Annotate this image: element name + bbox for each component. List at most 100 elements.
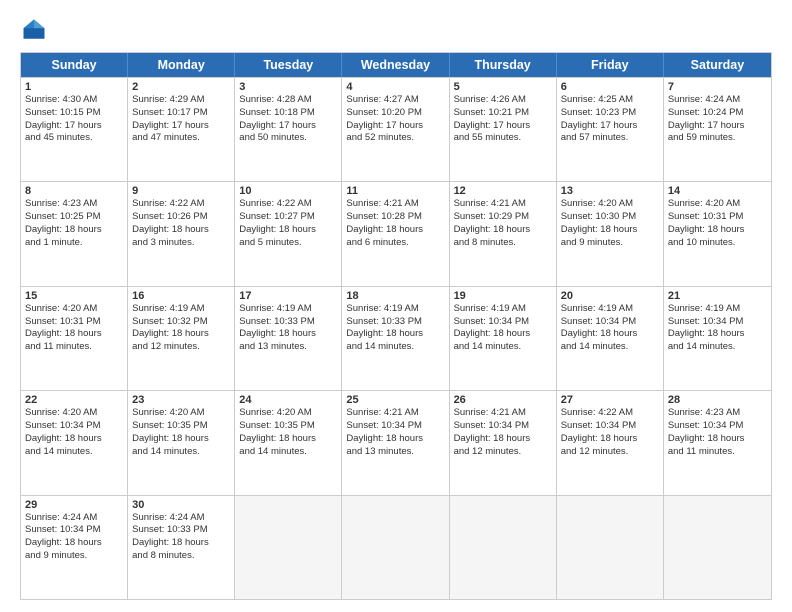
day-number: 12 [454, 185, 552, 197]
day-number: 19 [454, 290, 552, 302]
calendar-day-cell: 2Sunrise: 4:29 AM Sunset: 10:17 PM Dayli… [128, 78, 235, 181]
day-info: Sunrise: 4:24 AM Sunset: 10:24 PM Daylig… [668, 94, 767, 145]
day-number: 24 [239, 394, 337, 406]
day-info: Sunrise: 4:22 AM Sunset: 10:34 PM Daylig… [561, 407, 659, 458]
calendar-day-cell: 15Sunrise: 4:20 AM Sunset: 10:31 PM Dayl… [21, 287, 128, 390]
day-info: Sunrise: 4:21 AM Sunset: 10:34 PM Daylig… [454, 407, 552, 458]
day-info: Sunrise: 4:19 AM Sunset: 10:33 PM Daylig… [346, 303, 444, 354]
day-number: 15 [25, 290, 123, 302]
day-number: 18 [346, 290, 444, 302]
day-number: 25 [346, 394, 444, 406]
day-info: Sunrise: 4:19 AM Sunset: 10:32 PM Daylig… [132, 303, 230, 354]
day-info: Sunrise: 4:27 AM Sunset: 10:20 PM Daylig… [346, 94, 444, 145]
day-number: 11 [346, 185, 444, 197]
day-info: Sunrise: 4:23 AM Sunset: 10:34 PM Daylig… [668, 407, 767, 458]
calendar-day-cell: 14Sunrise: 4:20 AM Sunset: 10:31 PM Dayl… [664, 182, 771, 285]
day-info: Sunrise: 4:23 AM Sunset: 10:25 PM Daylig… [25, 198, 123, 249]
day-number: 21 [668, 290, 767, 302]
page: SundayMondayTuesdayWednesdayThursdayFrid… [0, 0, 792, 612]
calendar-day-cell: 19Sunrise: 4:19 AM Sunset: 10:34 PM Dayl… [450, 287, 557, 390]
calendar-day-cell: 30Sunrise: 4:24 AM Sunset: 10:33 PM Dayl… [128, 496, 235, 599]
day-info: Sunrise: 4:20 AM Sunset: 10:35 PM Daylig… [239, 407, 337, 458]
calendar-day-cell: 21Sunrise: 4:19 AM Sunset: 10:34 PM Dayl… [664, 287, 771, 390]
calendar-day-cell: 13Sunrise: 4:20 AM Sunset: 10:30 PM Dayl… [557, 182, 664, 285]
calendar-empty-cell [664, 496, 771, 599]
day-number: 30 [132, 499, 230, 511]
weekday-header: Sunday [21, 53, 128, 77]
calendar-day-cell: 3Sunrise: 4:28 AM Sunset: 10:18 PM Dayli… [235, 78, 342, 181]
day-number: 8 [25, 185, 123, 197]
calendar-day-cell: 26Sunrise: 4:21 AM Sunset: 10:34 PM Dayl… [450, 391, 557, 494]
calendar-empty-cell [450, 496, 557, 599]
calendar-row: 1Sunrise: 4:30 AM Sunset: 10:15 PM Dayli… [21, 77, 771, 181]
calendar-day-cell: 7Sunrise: 4:24 AM Sunset: 10:24 PM Dayli… [664, 78, 771, 181]
calendar-row: 15Sunrise: 4:20 AM Sunset: 10:31 PM Dayl… [21, 286, 771, 390]
day-info: Sunrise: 4:29 AM Sunset: 10:17 PM Daylig… [132, 94, 230, 145]
calendar-day-cell: 5Sunrise: 4:26 AM Sunset: 10:21 PM Dayli… [450, 78, 557, 181]
weekday-header: Saturday [664, 53, 771, 77]
calendar-day-cell: 23Sunrise: 4:20 AM Sunset: 10:35 PM Dayl… [128, 391, 235, 494]
calendar-day-cell: 28Sunrise: 4:23 AM Sunset: 10:34 PM Dayl… [664, 391, 771, 494]
day-info: Sunrise: 4:22 AM Sunset: 10:26 PM Daylig… [132, 198, 230, 249]
day-number: 22 [25, 394, 123, 406]
day-number: 5 [454, 81, 552, 93]
weekday-header: Tuesday [235, 53, 342, 77]
day-info: Sunrise: 4:20 AM Sunset: 10:35 PM Daylig… [132, 407, 230, 458]
calendar-row: 29Sunrise: 4:24 AM Sunset: 10:34 PM Dayl… [21, 495, 771, 599]
day-number: 6 [561, 81, 659, 93]
header [20, 16, 772, 44]
day-info: Sunrise: 4:30 AM Sunset: 10:15 PM Daylig… [25, 94, 123, 145]
calendar-day-cell: 25Sunrise: 4:21 AM Sunset: 10:34 PM Dayl… [342, 391, 449, 494]
day-number: 17 [239, 290, 337, 302]
calendar-day-cell: 27Sunrise: 4:22 AM Sunset: 10:34 PM Dayl… [557, 391, 664, 494]
day-info: Sunrise: 4:19 AM Sunset: 10:34 PM Daylig… [561, 303, 659, 354]
day-number: 10 [239, 185, 337, 197]
calendar-day-cell: 4Sunrise: 4:27 AM Sunset: 10:20 PM Dayli… [342, 78, 449, 181]
day-info: Sunrise: 4:22 AM Sunset: 10:27 PM Daylig… [239, 198, 337, 249]
calendar-day-cell: 17Sunrise: 4:19 AM Sunset: 10:33 PM Dayl… [235, 287, 342, 390]
day-number: 29 [25, 499, 123, 511]
day-number: 4 [346, 81, 444, 93]
calendar-day-cell: 6Sunrise: 4:25 AM Sunset: 10:23 PM Dayli… [557, 78, 664, 181]
day-number: 9 [132, 185, 230, 197]
day-number: 13 [561, 185, 659, 197]
day-info: Sunrise: 4:21 AM Sunset: 10:29 PM Daylig… [454, 198, 552, 249]
calendar-body: 1Sunrise: 4:30 AM Sunset: 10:15 PM Dayli… [21, 77, 771, 599]
day-info: Sunrise: 4:20 AM Sunset: 10:31 PM Daylig… [668, 198, 767, 249]
day-number: 23 [132, 394, 230, 406]
day-number: 28 [668, 394, 767, 406]
day-info: Sunrise: 4:19 AM Sunset: 10:34 PM Daylig… [668, 303, 767, 354]
calendar-day-cell: 16Sunrise: 4:19 AM Sunset: 10:32 PM Dayl… [128, 287, 235, 390]
calendar-day-cell: 8Sunrise: 4:23 AM Sunset: 10:25 PM Dayli… [21, 182, 128, 285]
weekday-header: Thursday [450, 53, 557, 77]
day-info: Sunrise: 4:20 AM Sunset: 10:31 PM Daylig… [25, 303, 123, 354]
calendar-header: SundayMondayTuesdayWednesdayThursdayFrid… [21, 53, 771, 77]
day-number: 2 [132, 81, 230, 93]
day-number: 7 [668, 81, 767, 93]
day-info: Sunrise: 4:26 AM Sunset: 10:21 PM Daylig… [454, 94, 552, 145]
day-info: Sunrise: 4:20 AM Sunset: 10:30 PM Daylig… [561, 198, 659, 249]
day-info: Sunrise: 4:20 AM Sunset: 10:34 PM Daylig… [25, 407, 123, 458]
day-info: Sunrise: 4:24 AM Sunset: 10:34 PM Daylig… [25, 512, 123, 563]
calendar-day-cell: 29Sunrise: 4:24 AM Sunset: 10:34 PM Dayl… [21, 496, 128, 599]
calendar-day-cell: 12Sunrise: 4:21 AM Sunset: 10:29 PM Dayl… [450, 182, 557, 285]
logo [20, 16, 52, 44]
day-number: 27 [561, 394, 659, 406]
calendar-empty-cell [342, 496, 449, 599]
day-number: 14 [668, 185, 767, 197]
day-info: Sunrise: 4:19 AM Sunset: 10:33 PM Daylig… [239, 303, 337, 354]
day-info: Sunrise: 4:21 AM Sunset: 10:34 PM Daylig… [346, 407, 444, 458]
day-number: 1 [25, 81, 123, 93]
calendar-day-cell: 9Sunrise: 4:22 AM Sunset: 10:26 PM Dayli… [128, 182, 235, 285]
day-info: Sunrise: 4:21 AM Sunset: 10:28 PM Daylig… [346, 198, 444, 249]
day-number: 26 [454, 394, 552, 406]
logo-icon [20, 16, 48, 44]
weekday-header: Monday [128, 53, 235, 77]
weekday-header: Wednesday [342, 53, 449, 77]
day-info: Sunrise: 4:24 AM Sunset: 10:33 PM Daylig… [132, 512, 230, 563]
day-number: 20 [561, 290, 659, 302]
day-info: Sunrise: 4:25 AM Sunset: 10:23 PM Daylig… [561, 94, 659, 145]
calendar-day-cell: 22Sunrise: 4:20 AM Sunset: 10:34 PM Dayl… [21, 391, 128, 494]
calendar-empty-cell [235, 496, 342, 599]
day-info: Sunrise: 4:28 AM Sunset: 10:18 PM Daylig… [239, 94, 337, 145]
